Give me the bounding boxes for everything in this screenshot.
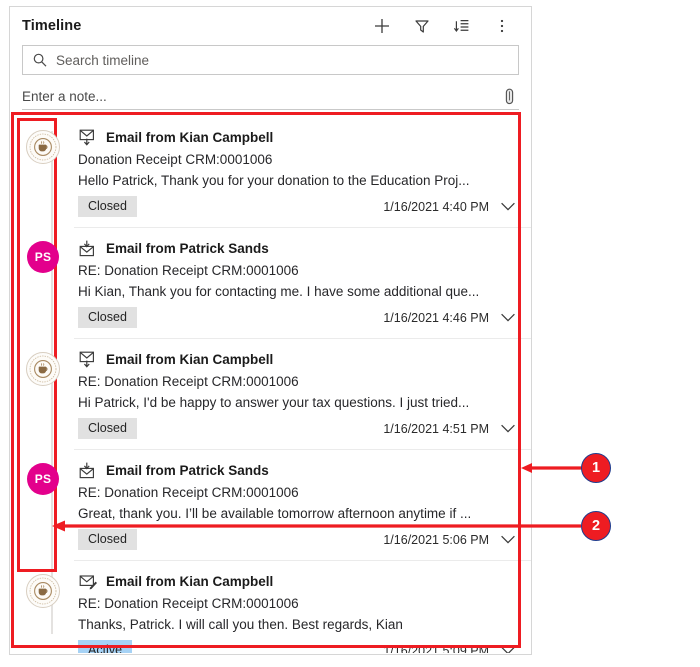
chevron-down-icon[interactable] [499, 311, 517, 325]
avatar-column: PS [12, 228, 74, 339]
avatar-column [12, 339, 74, 450]
status-badge: Closed [78, 307, 137, 328]
search-input[interactable] [56, 52, 510, 68]
entry-footer: Closed 1/16/2021 5:06 PM [78, 529, 517, 560]
avatar-company-logo [26, 574, 60, 608]
entry-preview: Hello Patrick, Thank you for your donati… [78, 173, 470, 188]
timeline-entry[interactable]: Email from Kian Campbell RE: Donation Rec… [12, 339, 531, 450]
entry-title: Email from Kian Campbell [106, 573, 274, 589]
entry-footer: Closed 1/16/2021 4:46 PM [78, 307, 517, 338]
note-placeholder: Enter a note... [22, 89, 107, 104]
entry-timestamp: 1/16/2021 5:09 PM [383, 643, 489, 654]
filter-icon[interactable] [409, 13, 435, 39]
avatar: PS [27, 463, 59, 495]
entry-meta: 1/16/2021 4:40 PM [383, 200, 517, 214]
status-badge: Active [78, 640, 133, 653]
entry-timestamp: 1/16/2021 4:46 PM [383, 310, 489, 325]
entry-preview: Thanks, Patrick. I will call you then. B… [78, 617, 403, 632]
timeline-entry-body: Email from Patrick Sands RE: Donation Rec… [74, 450, 531, 561]
entry-timestamp: 1/16/2021 4:40 PM [383, 199, 489, 214]
entry-meta: 1/16/2021 4:51 PM [383, 422, 517, 436]
timeline-panel: Timeline Search timeline Enter a note...… [9, 6, 532, 655]
entry-preview: Great, thank you. I’ll be available tomo… [78, 506, 472, 521]
callout-marker-1: 1 [581, 453, 611, 483]
timeline-entry-body: Email from Kian Campbell RE: Donation Rec… [74, 561, 531, 653]
avatar-company-logo [26, 130, 60, 164]
panel-header: Timeline [10, 7, 531, 45]
paperclip-icon[interactable] [499, 87, 519, 107]
more-commands-icon[interactable] [489, 13, 515, 39]
search-box[interactable] [22, 45, 519, 75]
timeline-entry-body: Email from Kian Campbell RE: Donation Rec… [74, 339, 531, 450]
timeline-entry-body: Email from Kian Campbell Donation Receipt… [74, 117, 531, 228]
page-title: Timeline [22, 18, 82, 34]
entry-title-row: Email from Kian Campbell [78, 128, 517, 146]
entry-title-row: Email from Patrick Sands [78, 461, 517, 479]
timeline-entry-body: Email from Patrick Sands RE: Donation Rec… [74, 228, 531, 339]
entry-meta: 1/16/2021 5:06 PM [383, 533, 517, 547]
timeline-list[interactable]: Email from Kian Campbell Donation Receipt… [12, 117, 531, 653]
timeline-entry[interactable]: PS Email from Patrick Sands RE: Donation R… [12, 228, 531, 339]
entry-preview: Hi Patrick, I'd be happy to answer your … [78, 395, 470, 410]
email-draft-icon [78, 572, 98, 590]
status-badge: Closed [78, 529, 137, 550]
entry-preview: Hi Kian, Thank you for contacting me. I … [78, 284, 480, 299]
entry-title: Email from Patrick Sands [106, 462, 269, 478]
chevron-down-icon[interactable] [499, 200, 517, 214]
avatar-company-logo [26, 352, 60, 386]
email-received-icon [78, 461, 98, 479]
add-icon[interactable] [369, 13, 395, 39]
entry-subject: Donation Receipt CRM:0001006 [78, 152, 273, 167]
sort-icon[interactable] [449, 13, 475, 39]
chevron-down-icon[interactable] [499, 644, 517, 653]
entry-footer: Active 1/16/2021 5:09 PM [78, 640, 517, 653]
chevron-down-icon[interactable] [499, 533, 517, 547]
avatar-column [12, 561, 74, 653]
entry-title: Email from Kian Campbell [106, 351, 274, 367]
entry-subject: RE: Donation Receipt CRM:0001006 [78, 596, 299, 611]
entry-timestamp: 1/16/2021 4:51 PM [383, 421, 489, 436]
screenshot-root: Timeline Search timeline Enter a note...… [0, 0, 700, 667]
email-received-icon [78, 239, 98, 257]
callout-marker-2: 2 [581, 511, 611, 541]
timeline-entry[interactable]: PS Email from Patrick Sands RE: Donation R… [12, 450, 531, 561]
entry-footer: Closed 1/16/2021 4:40 PM [78, 196, 517, 227]
entry-title-row: Email from Patrick Sands [78, 239, 517, 257]
timeline-entry[interactable]: Email from Kian Campbell Donation Receipt… [12, 117, 531, 228]
entry-subject: RE: Donation Receipt CRM:0001006 [78, 374, 299, 389]
entry-footer: Closed 1/16/2021 4:51 PM [78, 418, 517, 449]
entry-meta: 1/16/2021 4:46 PM [383, 311, 517, 325]
avatar: PS [27, 241, 59, 273]
entry-title: Email from Patrick Sands [106, 240, 269, 256]
entry-subject: RE: Donation Receipt CRM:0001006 [78, 263, 299, 278]
status-badge: Closed [78, 196, 137, 217]
panel-toolbar [369, 13, 521, 39]
status-badge: Closed [78, 418, 137, 439]
entry-title: Email from Kian Campbell [106, 129, 274, 145]
search-area [10, 45, 531, 75]
avatar-column [12, 117, 74, 228]
chevron-down-icon[interactable] [499, 422, 517, 436]
entry-timestamp: 1/16/2021 5:06 PM [383, 532, 489, 547]
entry-subject: RE: Donation Receipt CRM:0001006 [78, 485, 299, 500]
search-icon [31, 51, 49, 69]
email-sent-icon [78, 128, 98, 146]
timeline-entry[interactable]: Email from Kian Campbell RE: Donation Rec… [12, 561, 531, 653]
note-input-row[interactable]: Enter a note... [22, 84, 519, 110]
entry-title-row: Email from Kian Campbell [78, 350, 517, 368]
entry-title-row: Email from Kian Campbell [78, 572, 517, 590]
email-sent-icon [78, 350, 98, 368]
entry-meta: 1/16/2021 5:09 PM [383, 643, 517, 654]
avatar-column: PS [12, 450, 74, 561]
